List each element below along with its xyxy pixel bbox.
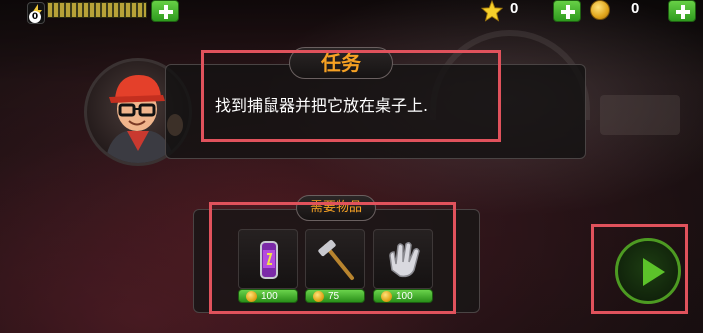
energy-count: 0 <box>29 11 41 23</box>
play-button-highlight <box>591 224 688 314</box>
add-energy-button[interactable] <box>151 0 179 22</box>
required-items-highlight <box>209 202 456 314</box>
mission-highlight <box>201 50 501 142</box>
top-hud: 0 0 0 <box>0 0 703 26</box>
coins-count: 0 <box>631 0 640 17</box>
coin-icon <box>590 0 610 20</box>
stars-count: 0 <box>510 0 519 17</box>
add-coins-button[interactable] <box>668 0 696 22</box>
background-table <box>600 95 680 135</box>
energy-bar <box>47 2 147 18</box>
add-stars-button[interactable] <box>553 0 581 22</box>
star-icon <box>481 0 503 22</box>
